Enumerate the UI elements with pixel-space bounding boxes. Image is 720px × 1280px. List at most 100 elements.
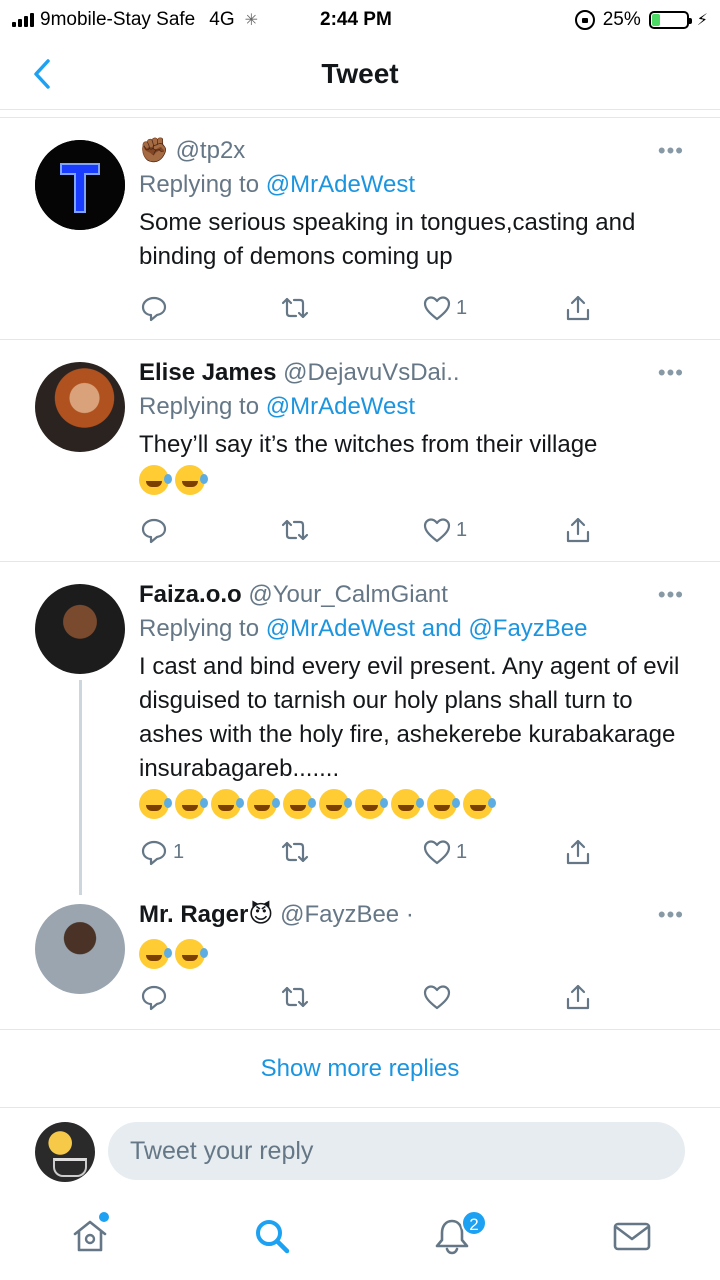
reply-bar bbox=[0, 1108, 720, 1198]
home-unread-dot bbox=[99, 1212, 109, 1222]
reply-button[interactable]: 1 bbox=[139, 835, 184, 869]
reply-button[interactable] bbox=[139, 513, 173, 547]
reply-icon bbox=[141, 518, 167, 544]
like-count: 1 bbox=[456, 296, 468, 319]
tab-search[interactable] bbox=[252, 1216, 292, 1256]
signal-icon bbox=[12, 13, 34, 27]
retweet-icon bbox=[281, 297, 309, 319]
tab-bar bbox=[0, 1198, 720, 1280]
user-name[interactable]: Mr. Rager bbox=[139, 901, 248, 928]
replying-to: Replying to @MrAdeWest bbox=[139, 168, 690, 202]
share-button[interactable] bbox=[563, 835, 593, 869]
home-icon bbox=[73, 1220, 107, 1252]
more-options-icon[interactable]: ••• bbox=[658, 138, 684, 164]
battery-percent: 25% bbox=[602, 9, 641, 30]
reply-button[interactable] bbox=[139, 980, 169, 1014]
retweet-button[interactable] bbox=[280, 980, 310, 1014]
reply-input[interactable] bbox=[108, 1122, 685, 1180]
page-title: Tweet bbox=[321, 58, 399, 89]
like-button[interactable]: 1 bbox=[422, 835, 467, 869]
tweet-actions bbox=[139, 980, 609, 1014]
rofl-emoji-icon bbox=[391, 788, 424, 819]
rofl-emoji-icon bbox=[139, 464, 172, 495]
reply-button[interactable] bbox=[139, 291, 173, 325]
retweet-button[interactable] bbox=[280, 835, 310, 869]
rofl-emoji-icon bbox=[427, 788, 460, 819]
emoji-row bbox=[139, 462, 690, 496]
emoji-row bbox=[139, 936, 690, 970]
user-name[interactable]: Elise James bbox=[139, 359, 276, 386]
like-button[interactable] bbox=[422, 980, 452, 1014]
tweet-text: Some serious speaking in tongues,casting… bbox=[139, 209, 636, 270]
like-button[interactable]: 1 bbox=[422, 291, 467, 325]
replying-prefix: Replying to bbox=[139, 393, 266, 420]
like-icon bbox=[423, 296, 451, 321]
like-count: 1 bbox=[456, 518, 468, 541]
my-avatar[interactable] bbox=[35, 1122, 95, 1182]
mention-link-and[interactable]: and @FayzBee bbox=[415, 615, 588, 642]
rofl-emoji-icon bbox=[139, 788, 172, 819]
user-handle[interactable]: @tp2x bbox=[176, 137, 246, 164]
tweet-text bbox=[139, 936, 690, 970]
replying-prefix: Replying to bbox=[139, 171, 266, 198]
rofl-emoji-icon bbox=[139, 938, 172, 969]
more-options-icon[interactable]: ••• bbox=[658, 902, 684, 928]
retweet-button[interactable] bbox=[280, 291, 310, 325]
user-name[interactable]: Faiza.o.o bbox=[139, 581, 242, 608]
share-icon bbox=[566, 517, 590, 543]
avatar[interactable] bbox=[35, 904, 125, 994]
rofl-emoji-icon bbox=[247, 788, 280, 819]
tweet-text-body: I cast and bind every evil present. Any … bbox=[139, 653, 680, 782]
messages-icon bbox=[613, 1222, 651, 1251]
avatar[interactable] bbox=[35, 140, 125, 230]
tweet[interactable]: Elise James @DejavuVsDai.. Replying to @… bbox=[0, 340, 720, 562]
reply-icon bbox=[141, 296, 167, 322]
share-icon bbox=[566, 984, 590, 1010]
tab-messages[interactable] bbox=[612, 1216, 652, 1256]
avatar[interactable] bbox=[35, 584, 125, 674]
rofl-emoji-icon bbox=[463, 788, 496, 819]
rofl-emoji-icon bbox=[175, 938, 208, 969]
reply-icon bbox=[141, 840, 167, 866]
share-button[interactable] bbox=[563, 513, 593, 547]
battery-level bbox=[651, 14, 661, 26]
retweet-icon bbox=[281, 519, 309, 541]
more-options-icon[interactable]: ••• bbox=[658, 582, 684, 608]
user-handle[interactable]: @DejavuVsDai.. bbox=[283, 359, 459, 386]
user-handle[interactable]: @Your_CalmGiant bbox=[248, 581, 448, 608]
tweet-actions: 1 1 bbox=[139, 835, 609, 869]
user-handle[interactable]: @FayzBee · bbox=[280, 901, 414, 928]
carrier-name: 9mobile-Stay Safe bbox=[40, 9, 196, 30]
reply-count: 1 bbox=[173, 840, 185, 863]
name-emoji: 😈 bbox=[248, 901, 274, 928]
retweet-icon bbox=[281, 986, 309, 1008]
rofl-emoji-icon bbox=[175, 788, 208, 819]
name-emoji: ✊🏾 bbox=[139, 137, 169, 164]
mention-link[interactable]: @MrAdeWest bbox=[266, 393, 415, 420]
share-button[interactable] bbox=[563, 980, 593, 1014]
tweet[interactable]: Mr. Rager😈 @FayzBee · ••• bbox=[0, 884, 720, 1029]
share-icon bbox=[566, 295, 590, 321]
more-options-icon[interactable]: ••• bbox=[658, 360, 684, 386]
battery-icon bbox=[648, 11, 692, 29]
like-button[interactable]: 1 bbox=[422, 513, 467, 547]
tweet[interactable]: Faiza.o.o @Your_CalmGiant Replying to @M… bbox=[0, 562, 720, 882]
share-icon bbox=[566, 839, 590, 865]
tweet[interactable]: ✊🏾 @tp2x Replying to @MrAdeWest Some ser… bbox=[0, 118, 720, 340]
tweet-actions: 1 bbox=[139, 513, 609, 547]
share-button[interactable] bbox=[563, 291, 593, 325]
mention-link[interactable]: @MrAdeWest bbox=[266, 615, 415, 642]
like-count: 1 bbox=[456, 840, 468, 863]
retweet-button[interactable] bbox=[280, 513, 310, 547]
search-icon bbox=[256, 1220, 290, 1254]
tweet-actions: 1 bbox=[139, 291, 609, 325]
avatar[interactable] bbox=[35, 362, 125, 452]
charging-icon: ⚡ bbox=[696, 12, 708, 29]
mention-link[interactable]: @MrAdeWest bbox=[266, 171, 415, 198]
tweet-text: I cast and bind every evil present. Any … bbox=[139, 650, 690, 820]
tab-home[interactable] bbox=[70, 1216, 110, 1256]
replying-prefix: Replying to bbox=[139, 615, 266, 642]
show-more-replies-button[interactable]: Show more replies bbox=[0, 1030, 720, 1108]
replying-to: Replying to @MrAdeWest and @FayzBee bbox=[139, 612, 690, 646]
like-icon bbox=[423, 840, 451, 865]
